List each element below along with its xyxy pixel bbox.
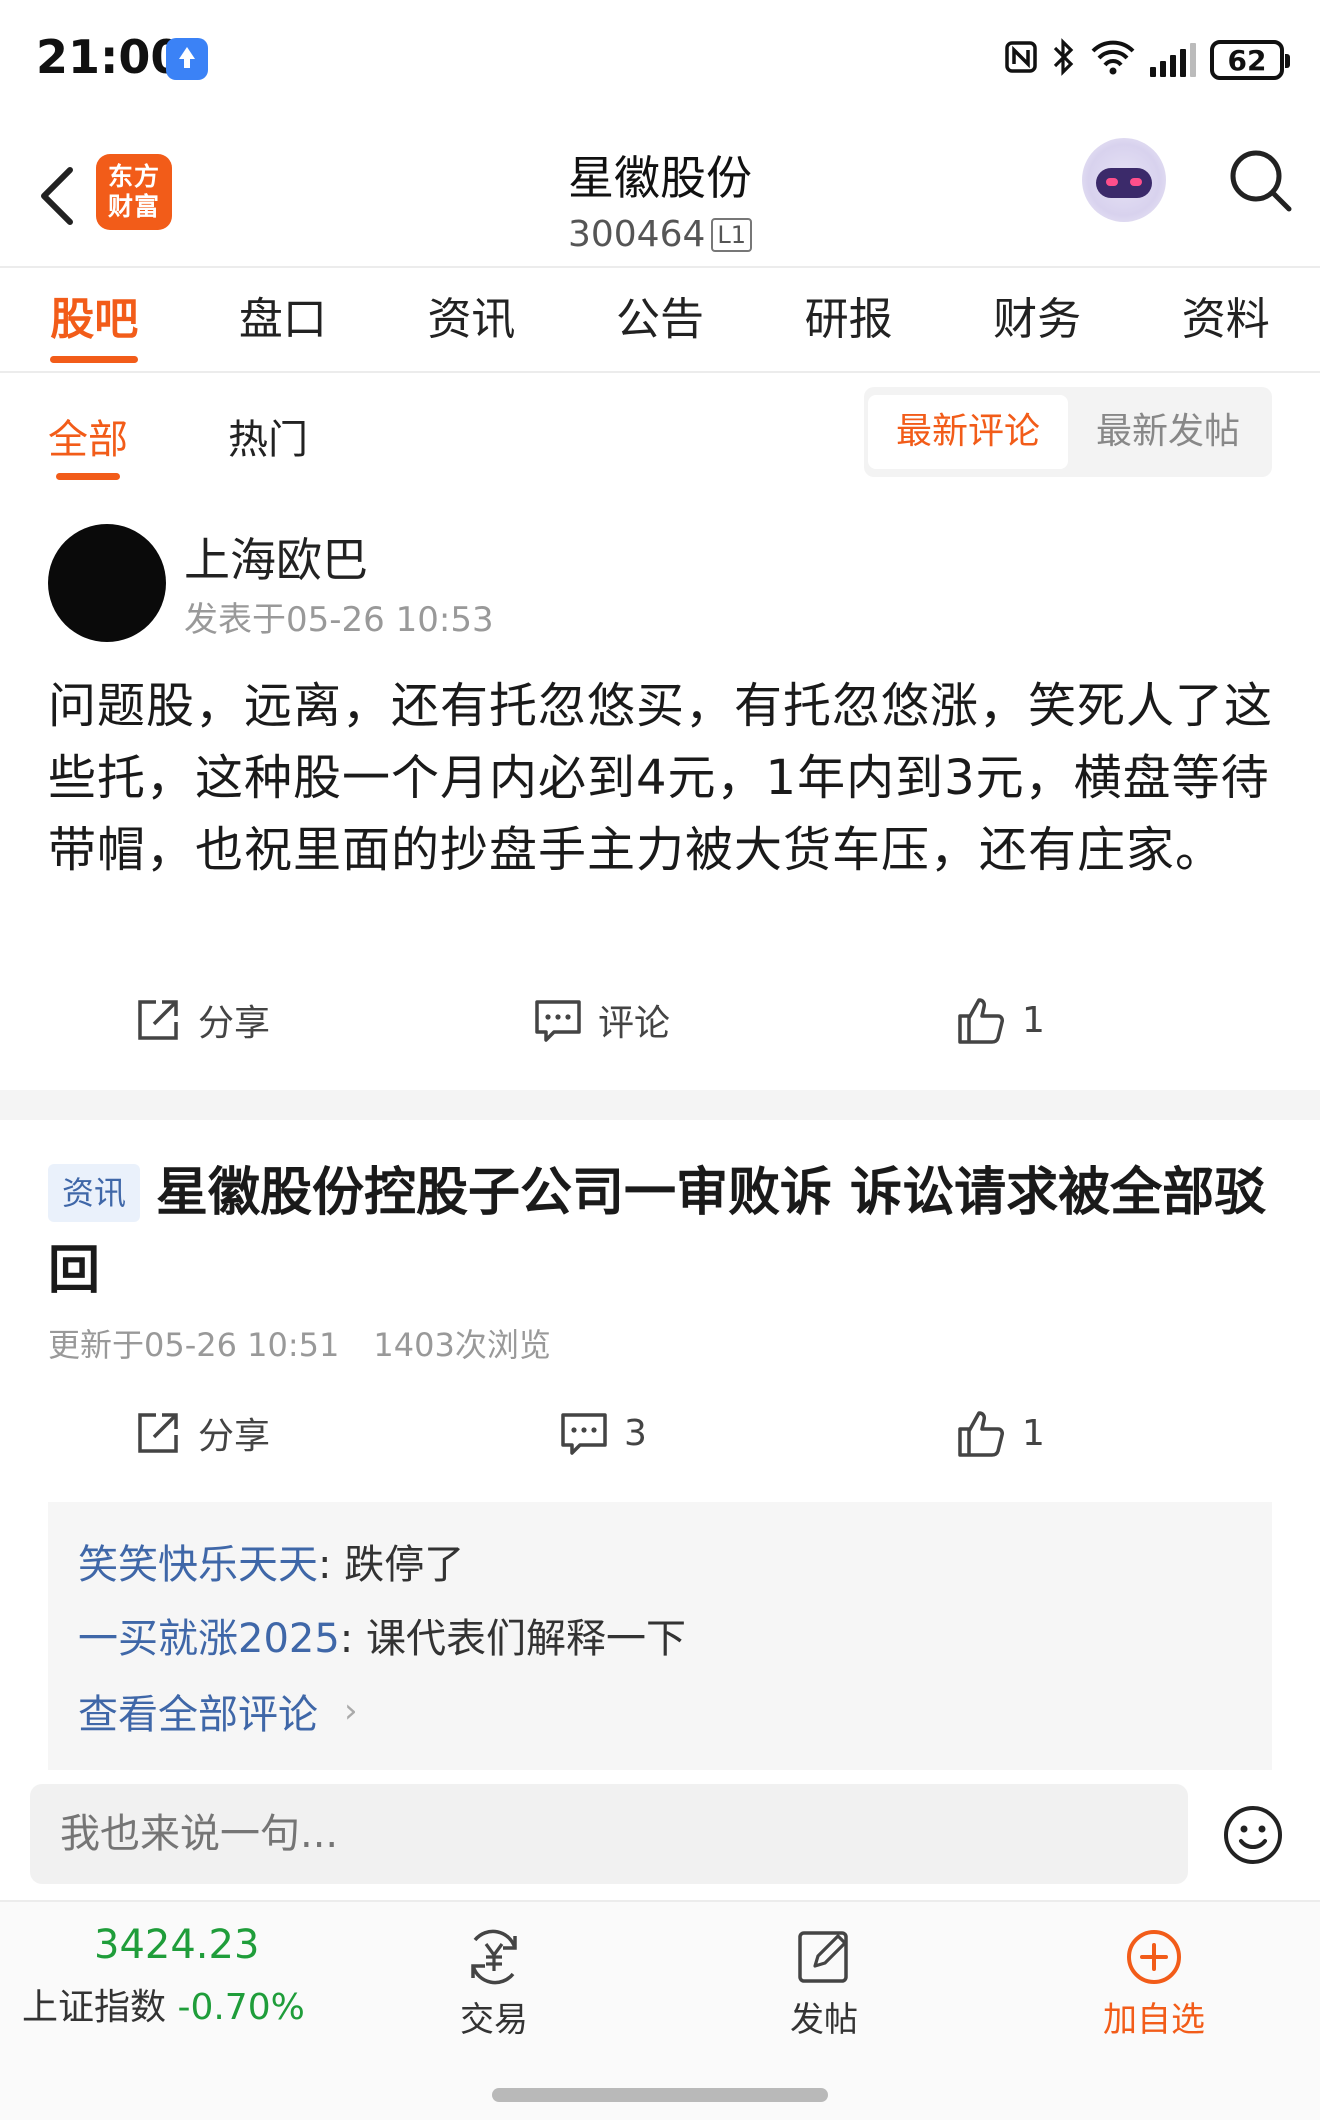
view-all-comments-link[interactable]: 查看全部评论 › xyxy=(78,1682,358,1740)
news-headline[interactable]: 资讯 星徽股份控股子公司一审败诉 诉讼请求被全部驳回 xyxy=(48,1154,1280,1310)
post-body[interactable]: 问题股，远离，还有托忽悠买，有托忽悠涨，笑死人了这些托，这种股一个月内必到4元，… xyxy=(48,670,1280,886)
wifi-icon xyxy=(1090,39,1136,82)
post-label: 发帖 xyxy=(790,2000,858,2040)
edit-icon xyxy=(798,1931,848,1983)
search-icon xyxy=(1230,150,1292,212)
tab-finance[interactable]: 财务 xyxy=(943,270,1132,371)
comment-icon xyxy=(561,1413,607,1455)
comment-button[interactable]: 3 xyxy=(558,1393,647,1473)
tab-guba[interactable]: 股吧 xyxy=(0,270,189,371)
bluetooth-icon xyxy=(1052,37,1076,83)
like-count: 1 xyxy=(1022,999,1045,1041)
status-icons: 62 xyxy=(1004,36,1290,84)
comment-button[interactable]: 评论 xyxy=(532,980,670,1060)
share-icon xyxy=(138,1413,178,1453)
index-value: 3424.23 xyxy=(94,1922,260,1968)
app-logo[interactable]: 东方财富 xyxy=(96,154,172,230)
news-meta: 更新于05-26 10:51 1403次浏览 xyxy=(48,1320,551,1366)
bottom-bar: 3424.23 上证指数 -0.70% 交易 发帖 加自选 xyxy=(0,1900,1320,2120)
post-card[interactable]: 上海欧巴 发表于05-26 10:53 问题股，远离，还有托忽悠买，有托忽悠涨，… xyxy=(0,500,1320,1088)
news-actions: 分享 3 1 xyxy=(0,1393,1320,1473)
back-button[interactable] xyxy=(30,160,90,230)
avatar[interactable] xyxy=(48,524,166,642)
index-change: -0.70% xyxy=(177,1987,305,2028)
comment-text: 跌停了 xyxy=(344,1542,465,1588)
tab-announcements[interactable]: 公告 xyxy=(566,270,755,371)
level-badge: L1 xyxy=(711,217,753,252)
post-author[interactable]: 上海欧巴 xyxy=(184,524,368,590)
index-line: 上证指数 -0.70% xyxy=(22,1978,305,2030)
comment-item[interactable]: 笑笑快乐天天: 跌停了 xyxy=(78,1532,464,1590)
stock-code: 300464 xyxy=(567,214,706,255)
divider xyxy=(0,1090,1320,1120)
trade-yuan-icon xyxy=(471,1929,517,1985)
battery-indicator: 62 xyxy=(1210,40,1290,80)
add-label: 加自选 xyxy=(1103,2000,1205,2040)
emoji-icon[interactable] xyxy=(1222,1804,1284,1866)
tab-profile[interactable]: 资料 xyxy=(1131,270,1320,371)
robot-face-icon xyxy=(1096,168,1152,198)
trade-button[interactable]: 交易 xyxy=(414,1924,574,2041)
chevron-right-icon: › xyxy=(344,1691,358,1731)
sort-latest-comment[interactable]: 最新评论 xyxy=(868,395,1068,469)
post-actions: 分享 评论 1 xyxy=(0,980,1320,1060)
stock-name: 星徽股份 xyxy=(568,151,752,205)
share-label: 分享 xyxy=(198,1003,271,1044)
index-name: 上证指数 xyxy=(22,1987,167,2028)
comment-icon xyxy=(535,1000,581,1042)
status-bar: 21:00 62 xyxy=(0,0,1320,118)
view-all-label: 查看全部评论 xyxy=(78,1692,318,1738)
thumbs-up-icon xyxy=(958,1411,1004,1457)
share-icon xyxy=(138,1000,178,1040)
news-card[interactable]: 资讯 星徽股份控股子公司一审败诉 诉讼请求被全部驳回 更新于05-26 10:51… xyxy=(0,1120,1320,1882)
home-indicator[interactable] xyxy=(492,2088,828,2102)
comment-text: 课代表们解释一下 xyxy=(366,1616,686,1662)
comment-item[interactable]: 一买就涨2025: 课代表们解释一下 xyxy=(78,1606,686,1664)
comment-count: 3 xyxy=(624,1412,647,1454)
sort-latest-post[interactable]: 最新发帖 xyxy=(1068,395,1268,469)
filter-hot[interactable]: 热门 xyxy=(228,407,308,465)
share-label: 分享 xyxy=(198,1416,271,1457)
news-views: 1403次浏览 xyxy=(373,1326,551,1364)
comment-user[interactable]: 一买就涨2025 xyxy=(78,1616,340,1662)
comment-user[interactable]: 笑笑快乐天天 xyxy=(78,1542,318,1588)
search-button[interactable] xyxy=(1226,146,1296,216)
news-title: 星徽股份控股子公司一审败诉 诉讼请求被全部驳回 xyxy=(48,1163,1267,1301)
filter-row: 全部 热门 最新评论 最新发帖 xyxy=(0,375,1320,485)
tab-pankou[interactable]: 盘口 xyxy=(189,270,378,371)
share-button[interactable]: 分享 xyxy=(132,980,270,1060)
add-watchlist-button[interactable]: 加自选 xyxy=(1074,1924,1234,2041)
sort-toggle: 最新评论 最新发帖 xyxy=(864,387,1272,477)
cell-signal-icon xyxy=(1150,43,1196,77)
chevron-left-icon xyxy=(41,167,73,225)
trade-label: 交易 xyxy=(460,2000,528,2040)
nfc-icon xyxy=(1004,40,1038,81)
comment-input-bar xyxy=(0,1770,1320,1900)
like-count: 1 xyxy=(1022,1412,1045,1454)
share-button[interactable]: 分享 xyxy=(132,1393,270,1473)
thumbs-up-icon xyxy=(958,998,1004,1044)
news-updated: 更新于05-26 10:51 xyxy=(48,1326,340,1364)
like-button[interactable]: 1 xyxy=(956,1393,1045,1473)
stock-title-block: 星徽股份 300464 L1 xyxy=(460,142,860,255)
tab-research[interactable]: 研报 xyxy=(754,270,943,371)
news-tag: 资讯 xyxy=(48,1164,141,1222)
like-button[interactable]: 1 xyxy=(956,980,1045,1060)
comment-label: 评论 xyxy=(598,1003,671,1044)
status-time: 21:00 xyxy=(36,30,183,84)
post-time: 发表于05-26 10:53 xyxy=(184,600,494,640)
new-post-button[interactable]: 发帖 xyxy=(744,1924,904,2041)
upload-notification-icon xyxy=(166,38,208,80)
filter-all[interactable]: 全部 xyxy=(48,407,128,480)
top-header: 东方财富 星徽股份 300464 L1 xyxy=(0,118,1320,268)
main-tabs: 股吧 盘口 资讯 公告 研报 财务 资料 xyxy=(0,270,1320,373)
tab-news[interactable]: 资讯 xyxy=(377,270,566,371)
ai-assistant-avatar[interactable] xyxy=(1082,138,1166,222)
plus-circle-icon xyxy=(1127,1930,1181,1984)
comment-input[interactable] xyxy=(30,1784,1188,1884)
stock-code-line: 300464 L1 xyxy=(460,214,860,255)
